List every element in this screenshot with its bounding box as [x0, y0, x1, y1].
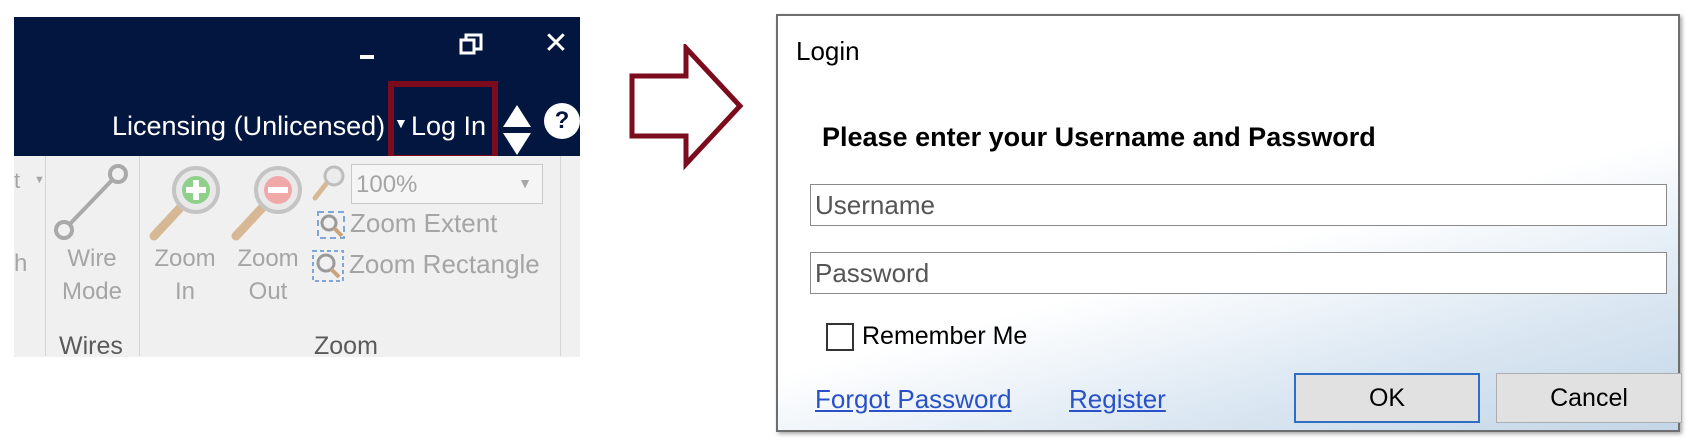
username-input[interactable]: [810, 184, 1667, 226]
log-in-highlight-box: [388, 81, 498, 161]
register-link[interactable]: Register: [1069, 384, 1166, 415]
zoom-in-icon: [149, 166, 220, 241]
ribbon: t h ▼ Wire Mode Wires Zoom In Zoom Out 1…: [14, 156, 580, 357]
remember-me-label: Remember Me: [862, 322, 1028, 350]
zoom-out-icon: [231, 166, 302, 241]
zoom-rectangle-button[interactable]: Zoom Rectangle: [311, 249, 540, 283]
ok-button[interactable]: OK: [1294, 373, 1480, 423]
chevron-down-icon: ▼: [518, 175, 532, 191]
minimize-button[interactable]: [347, 31, 387, 71]
zoom-out-label-1: Zoom: [237, 245, 299, 272]
title-bar: ✕ Licensing (Unlicensed) ▼ Log In ?: [14, 17, 580, 161]
dropdown-caret-icon: ▼: [34, 174, 45, 186]
close-button[interactable]: ✕: [536, 23, 576, 63]
dialog-heading: Please enter your Username and Password: [822, 122, 1376, 152]
dialog-title: Login: [796, 36, 860, 66]
remember-me-checkbox[interactable]: Remember Me: [826, 322, 1027, 351]
zoom-level-value: 100%: [356, 171, 418, 198]
group-separator: [560, 156, 561, 356]
checkbox-icon[interactable]: [826, 322, 854, 351]
cut-off-label-top: t: [14, 168, 21, 193]
zoom-extent-icon: [317, 211, 345, 240]
zoom-extent-button[interactable]: Zoom Extent: [316, 208, 497, 240]
minimize-icon: [360, 55, 374, 59]
zoom-out-label-2: Out: [248, 278, 288, 305]
zoom-rectangle-icon: [312, 250, 344, 283]
group-separator: [45, 156, 46, 356]
forgot-password-link[interactable]: Forgot Password: [815, 384, 1012, 415]
help-icon: ?: [554, 107, 570, 134]
dialog-title-bar: Login: [778, 16, 1678, 82]
close-icon: ✕: [543, 26, 569, 60]
arrow-right-icon: [629, 44, 744, 170]
restore-icon: [459, 33, 483, 55]
licensing-menu[interactable]: Licensing (Unlicensed): [112, 111, 385, 142]
wire-mode-icon: [54, 164, 128, 240]
wire-mode-label-2: Mode: [61, 278, 123, 305]
cut-off-label-bottom: h: [14, 250, 28, 277]
zoom-level-dropdown[interactable]: 100% ▼: [351, 164, 543, 204]
group-separator: [139, 156, 140, 356]
zoom-level-icon: [312, 165, 345, 201]
wire-mode-button[interactable]: Wire Mode: [52, 162, 132, 308]
app-window-crop: ✕ Licensing (Unlicensed) ▼ Log In ? t h …: [14, 17, 580, 357]
password-input[interactable]: [810, 252, 1667, 294]
group-label-wires: Wires: [59, 332, 123, 357]
help-button[interactable]: ?: [544, 103, 580, 139]
cancel-button[interactable]: Cancel: [1496, 373, 1682, 423]
zoom-rectangle-label: Zoom Rectangle: [349, 249, 540, 279]
zoom-in-button[interactable]: Zoom In: [146, 162, 224, 308]
zoom-extent-label: Zoom Extent: [350, 208, 498, 238]
login-dialog: Login Please enter your Username and Pas…: [776, 14, 1682, 432]
restore-button[interactable]: [451, 25, 491, 65]
zoom-in-label-2: In: [174, 278, 195, 305]
zoom-out-button[interactable]: Zoom Out: [228, 162, 308, 308]
spinner-icon[interactable]: [502, 103, 532, 157]
zoom-in-label-1: Zoom: [154, 245, 216, 272]
group-label-zoom: Zoom: [314, 332, 378, 357]
wire-mode-label-1: Wire: [67, 245, 117, 272]
